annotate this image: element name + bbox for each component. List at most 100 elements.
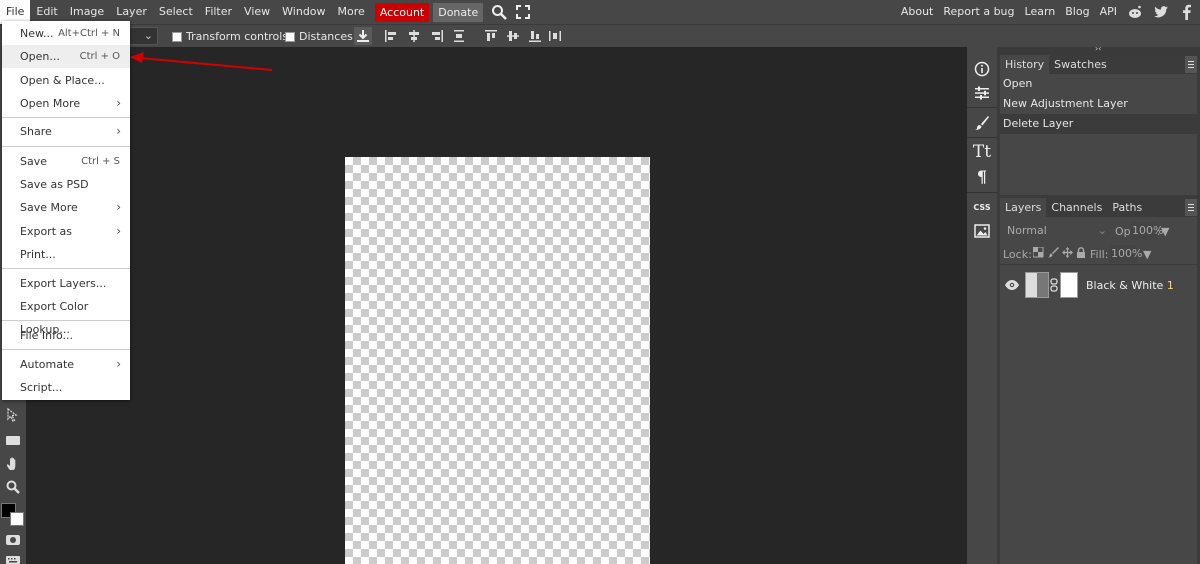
menu-item-new[interactable]: New... Alt+Ctrl + N bbox=[2, 22, 130, 45]
css-icon[interactable]: CSS bbox=[972, 197, 992, 217]
menu-view[interactable]: View bbox=[238, 0, 276, 24]
layer-mask-thumbnail[interactable] bbox=[1060, 272, 1078, 298]
info-icon[interactable] bbox=[972, 59, 992, 79]
menu-item-automate[interactable]: Automate › bbox=[2, 353, 130, 376]
document-canvas[interactable] bbox=[345, 157, 650, 564]
lock-transparency-icon[interactable] bbox=[1032, 246, 1044, 261]
report-bug-link[interactable]: Report a bug bbox=[938, 0, 1019, 24]
history-entry[interactable]: Open bbox=[1000, 74, 1197, 94]
divider bbox=[967, 107, 997, 108]
menu-item-file-info[interactable]: File Info... bbox=[2, 324, 130, 347]
chevron-right-icon: › bbox=[116, 200, 121, 214]
blend-mode-select[interactable]: Normal ⌄ bbox=[1003, 222, 1111, 240]
checkbox-box[interactable] bbox=[172, 31, 182, 42]
layer-name-number: 1 bbox=[1166, 278, 1174, 292]
align-top-icon[interactable] bbox=[482, 27, 500, 45]
lock-all-icon[interactable] bbox=[1076, 247, 1086, 261]
blend-mode-value: Normal bbox=[1007, 224, 1047, 237]
align-bottom-icon[interactable] bbox=[526, 27, 544, 45]
history-tabs: History Swatches bbox=[1000, 55, 1197, 74]
align-right-icon[interactable] bbox=[428, 27, 446, 45]
lock-move-icon[interactable] bbox=[1062, 247, 1073, 261]
select-arrow-icon[interactable] bbox=[3, 405, 23, 425]
zoom-icon[interactable] bbox=[3, 477, 23, 497]
api-link[interactable]: API bbox=[1095, 0, 1122, 24]
align-middle-icon[interactable] bbox=[504, 27, 522, 45]
menu-item-export-layers[interactable]: Export Layers... bbox=[2, 272, 130, 295]
keyboard-icon[interactable] bbox=[3, 550, 23, 564]
tab-channels[interactable]: Channels bbox=[1046, 198, 1107, 217]
account-button[interactable]: Account bbox=[374, 2, 430, 22]
tab-history[interactable]: History bbox=[1000, 55, 1050, 74]
menu-filter[interactable]: Filter bbox=[199, 0, 238, 24]
lock-label: Lock: bbox=[1003, 248, 1032, 261]
quick-mask-icon[interactable] bbox=[3, 530, 23, 550]
align-left-icon[interactable] bbox=[382, 27, 400, 45]
menu-item-print[interactable]: Print... bbox=[2, 243, 130, 266]
learn-link[interactable]: Learn bbox=[1020, 0, 1061, 24]
history-entry[interactable]: New Adjustment Layer bbox=[1000, 94, 1197, 114]
character-icon[interactable]: Tt bbox=[972, 142, 992, 162]
menu-item-open-place[interactable]: Open & Place... bbox=[2, 69, 130, 92]
panel-icon-column: Tt ¶ CSS bbox=[967, 47, 997, 564]
history-panel: History Swatches Open New Adjustment Lay… bbox=[1000, 55, 1197, 195]
menu-item-open-more[interactable]: Open More › bbox=[2, 92, 130, 115]
rectangle-icon[interactable] bbox=[3, 430, 23, 450]
blog-link[interactable]: Blog bbox=[1060, 0, 1094, 24]
transform-controls-checkbox[interactable]: Transform controls bbox=[172, 30, 288, 43]
panel-collapse-bar[interactable]: ‹› ›‹ bbox=[967, 44, 1200, 55]
menu-separator bbox=[2, 117, 130, 118]
menu-more[interactable]: More bbox=[332, 0, 371, 24]
menu-item-label: Export as bbox=[20, 225, 72, 238]
twitter-icon[interactable] bbox=[1153, 4, 1169, 20]
distances-checkbox[interactable]: Distances bbox=[285, 30, 353, 43]
menu-item-open[interactable]: Open... Ctrl + O bbox=[2, 45, 130, 68]
menu-item-export-color-lookup[interactable]: Export Color Lookup... bbox=[2, 295, 130, 336]
eye-icon[interactable] bbox=[1005, 280, 1019, 290]
menu-separator bbox=[2, 349, 130, 350]
menu-item-label: Script... bbox=[20, 381, 63, 394]
lock-brush-icon[interactable] bbox=[1048, 247, 1059, 261]
search-icon[interactable] bbox=[491, 4, 508, 20]
image-icon[interactable] bbox=[972, 221, 992, 241]
menu-select[interactable]: Select bbox=[153, 0, 199, 24]
menu-item-save[interactable]: Save Ctrl + S bbox=[2, 150, 130, 173]
tab-layers[interactable]: Layers bbox=[1000, 198, 1047, 217]
opacity-dropdown-icon[interactable]: ▼ bbox=[1161, 225, 1169, 238]
chevron-right-icon: › bbox=[116, 224, 121, 238]
layer-row[interactable]: Black & White 1 bbox=[1000, 267, 1197, 303]
panel-menu-icon[interactable] bbox=[1185, 199, 1197, 216]
menu-item-label: Share bbox=[20, 125, 52, 138]
adjustments-icon[interactable] bbox=[972, 83, 992, 103]
tab-paths[interactable]: Paths bbox=[1107, 198, 1147, 217]
link-icon[interactable] bbox=[1050, 278, 1059, 292]
fill-dropdown-icon[interactable]: ▼ bbox=[1143, 248, 1151, 261]
fullscreen-icon[interactable] bbox=[515, 4, 531, 20]
about-link[interactable]: About bbox=[896, 0, 939, 24]
distribute-h-icon[interactable] bbox=[450, 27, 468, 45]
hand-icon[interactable] bbox=[3, 454, 23, 474]
menu-item-share[interactable]: Share › bbox=[2, 120, 130, 143]
history-entry[interactable]: Delete Layer bbox=[1000, 114, 1197, 134]
panel-menu-icon[interactable] bbox=[1185, 56, 1197, 73]
menu-item-export-as[interactable]: Export as › bbox=[2, 220, 130, 243]
checkbox-box[interactable] bbox=[285, 31, 295, 42]
donate-button[interactable]: Donate bbox=[433, 2, 484, 22]
facebook-icon[interactable] bbox=[1179, 4, 1195, 20]
menu-item-script[interactable]: Script... bbox=[2, 376, 130, 399]
tab-swatches[interactable]: Swatches bbox=[1049, 55, 1112, 74]
paragraph-icon[interactable]: ¶ bbox=[972, 166, 992, 186]
reddit-icon[interactable] bbox=[1127, 4, 1143, 20]
menu-item-save-psd[interactable]: Save as PSD bbox=[2, 173, 130, 196]
brush-icon[interactable] bbox=[972, 113, 992, 133]
layer-name[interactable]: Black & White 1 bbox=[1086, 279, 1174, 292]
menu-item-save-more[interactable]: Save More › bbox=[2, 196, 130, 219]
menu-window[interactable]: Window bbox=[276, 0, 331, 24]
collapse-right-icon[interactable]: ›‹ bbox=[1095, 44, 1101, 53]
opacity-input[interactable]: 100% bbox=[1130, 222, 1163, 240]
distribute-v-icon[interactable] bbox=[546, 27, 564, 45]
align-center-h-icon[interactable] bbox=[405, 27, 423, 45]
fill-input[interactable]: 100% bbox=[1109, 245, 1142, 263]
background-color-swatch[interactable] bbox=[10, 512, 24, 526]
download-icon[interactable] bbox=[354, 27, 372, 45]
